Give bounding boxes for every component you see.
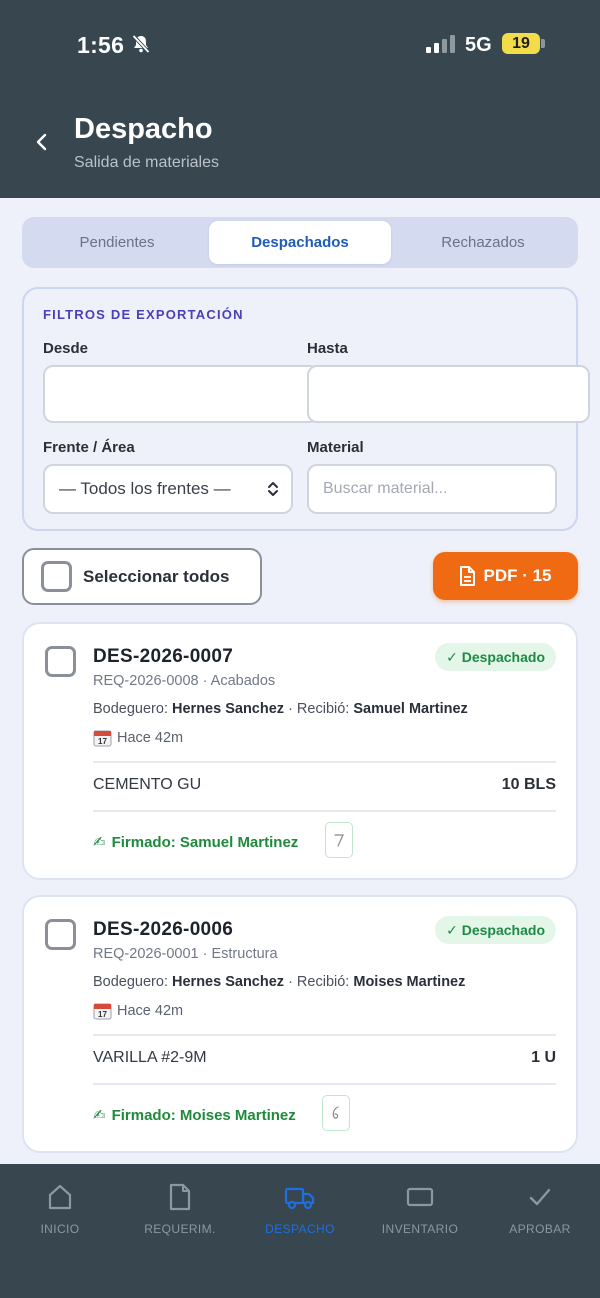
signature-thumbnail[interactable] <box>325 822 353 858</box>
battery-tip <box>541 39 545 48</box>
dispatch-people: Bodeguero: Hernes Sanchez · Recibió: Moi… <box>93 974 465 990</box>
nav-label: REQUERIM. <box>144 1222 216 1236</box>
requisition-ref: REQ-2026-0008 · Acabados <box>93 673 276 689</box>
dispatch-checkbox[interactable] <box>45 919 76 950</box>
hasta-label: Hasta <box>307 340 348 357</box>
material-quantity: 1 U <box>531 1049 556 1066</box>
tab-pendientes[interactable]: Pendientes <box>26 221 208 264</box>
nav-label: APROBAR <box>509 1222 571 1236</box>
battery-level: 19 <box>502 33 540 54</box>
page-title: Despacho <box>74 113 213 145</box>
nav-label: INVENTARIO <box>381 1222 459 1236</box>
frente-select-value: — Todos los frentes — <box>59 479 231 498</box>
document-icon <box>169 1183 191 1211</box>
material-quantity: 10 BLS <box>501 776 556 793</box>
dispatch-people: Bodeguero: Hernes Sanchez · Recibió: Sam… <box>93 701 468 717</box>
writing-hand-icon: ✍ <box>93 834 106 851</box>
bottom-navigation: INICIO REQUERIM. DESPACHO INVENTARIO APR… <box>0 1164 600 1298</box>
nav-label: INICIO <box>40 1222 80 1236</box>
signature-text: Firmado: Moises Martinez <box>111 1106 296 1124</box>
material-name: VARILLA #2-9M <box>93 1049 207 1066</box>
receiver-name: Moises Martinez <box>353 974 466 990</box>
warehouse-label: Bodeguero: <box>93 974 168 990</box>
material-name: CEMENTO GU <box>93 776 202 793</box>
export-pdf-button[interactable]: PDF · 15 <box>433 552 578 600</box>
truck-icon <box>284 1187 315 1210</box>
nav-item-requerimientos[interactable]: REQUERIM. <box>120 1182 240 1236</box>
nav-item-inicio[interactable]: INICIO <box>0 1182 120 1236</box>
signature-thumbnail[interactable] <box>322 1095 350 1131</box>
status-tabs: Pendientes Despachados Rechazados <box>22 217 578 268</box>
document-icon <box>460 566 476 586</box>
divider <box>93 1083 556 1085</box>
tab-rechazados[interactable]: Rechazados <box>392 221 574 264</box>
dispatch-time: 17 Hace 42m <box>93 728 183 747</box>
frente-label: Frente / Área <box>43 439 135 456</box>
desde-date-input[interactable] <box>43 365 319 423</box>
back-button[interactable] <box>28 128 56 156</box>
filters-title: FILTROS DE EXPORTACIÓN <box>43 307 244 322</box>
requisition-ref: REQ-2026-0001 · Estructura <box>93 946 278 962</box>
svg-text:17: 17 <box>98 737 107 746</box>
signature-status: ✍ Firmado: Moises Martinez <box>93 1106 296 1125</box>
signature-scribble <box>334 834 344 847</box>
divider <box>93 761 556 763</box>
frente-select[interactable]: — Todos los frentes — <box>43 464 293 514</box>
chevron-updown-icon <box>268 482 278 496</box>
warehouse-name: Hernes Sanchez <box>172 974 285 990</box>
status-badge: ✓ Despachado <box>435 916 556 944</box>
signature-text: Firmado: Samuel Martinez <box>111 833 299 851</box>
desde-label: Desde <box>43 340 89 357</box>
export-pdf-label: PDF · 15 <box>483 566 552 585</box>
calendar-icon: 17 <box>93 730 112 747</box>
bell-muted-icon <box>132 34 150 54</box>
dispatch-time-text: Hace 42m <box>117 1002 184 1019</box>
dispatch-checkbox[interactable] <box>45 646 76 677</box>
nav-item-despacho[interactable]: DESPACHO <box>240 1182 360 1236</box>
material-label: Material <box>307 439 364 456</box>
writing-hand-icon: ✍ <box>93 1107 106 1124</box>
app-header: 1:56 5G 19 Despacho Salida de materiales <box>0 0 600 198</box>
status-time: 1:56 <box>77 32 125 58</box>
box-icon <box>406 1187 434 1207</box>
signal-icon <box>426 35 455 53</box>
select-all-label: Seleccionar todos <box>83 567 230 586</box>
network-type: 5G <box>465 34 492 56</box>
dispatch-id: DES-2026-0007 <box>93 646 234 667</box>
svg-text:17: 17 <box>98 1010 107 1019</box>
select-all-checkbox[interactable] <box>41 561 72 592</box>
calendar-icon: 17 <box>93 1003 112 1020</box>
dispatch-id: DES-2026-0006 <box>93 919 234 940</box>
material-search-input[interactable]: Buscar material... <box>307 464 557 514</box>
dispatch-card[interactable]: DES-2026-0006 ✓ Despachado REQ-2026-0001… <box>22 895 578 1153</box>
export-filters-panel: FILTROS DE EXPORTACIÓN Desde Hasta Frent… <box>22 287 590 531</box>
select-all-button[interactable]: Seleccionar todos <box>22 548 262 605</box>
dispatch-card[interactable]: DES-2026-0007 ✓ Despachado REQ-2026-0008… <box>22 622 578 880</box>
dispatch-time-text: Hace 42m <box>117 729 184 746</box>
home-icon <box>48 1184 72 1210</box>
tab-despachados[interactable]: Despachados <box>209 221 391 264</box>
signature-scribble <box>332 1106 339 1119</box>
warehouse-name: Hernes Sanchez <box>172 701 285 717</box>
chevron-left-icon <box>36 133 47 151</box>
nav-item-aprobar[interactable]: APROBAR <box>480 1182 600 1236</box>
nav-label: DESPACHO <box>265 1222 335 1236</box>
check-icon <box>529 1188 551 1206</box>
dispatch-time: 17 Hace 42m <box>93 1001 183 1020</box>
status-badge: ✓ Despachado <box>435 643 556 671</box>
page-subtitle: Salida de materiales <box>74 154 219 171</box>
receiver-name: Samuel Martinez <box>353 701 468 717</box>
receiver-label: · Recibió: <box>288 974 350 990</box>
hasta-date-input[interactable] <box>307 365 590 423</box>
divider <box>93 810 556 812</box>
nav-item-inventario[interactable]: INVENTARIO <box>360 1182 480 1236</box>
signature-status: ✍ Firmado: Samuel Martinez <box>93 833 299 852</box>
warehouse-label: Bodeguero: <box>93 701 168 717</box>
receiver-label: · Recibió: <box>288 701 350 717</box>
divider <box>93 1034 556 1036</box>
